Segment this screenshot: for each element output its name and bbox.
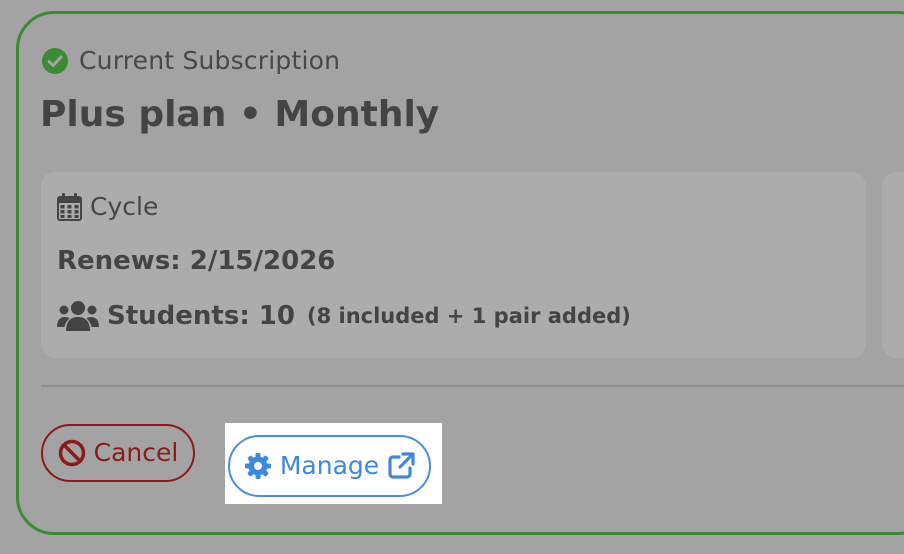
students-info: Students: 10 (8 included + 1 pair added)	[57, 300, 631, 332]
subscription-header: Current Subscription	[41, 47, 340, 75]
manage-button[interactable]: Manage	[228, 435, 431, 497]
calendar-icon	[57, 193, 82, 221]
plan-title: Plus plan • Monthly	[40, 94, 440, 135]
renews-date: Renews: 2/15/2026	[57, 246, 336, 276]
users-icon	[57, 300, 99, 332]
cycle-panel: Cycle Renews: 2/15/2026 Students: 10 (8 …	[41, 172, 866, 358]
cog-icon	[244, 452, 272, 480]
secondary-panel	[882, 172, 904, 358]
divider	[41, 385, 904, 387]
check-circle-icon	[41, 47, 69, 75]
external-link-icon	[387, 452, 415, 480]
cycle-header: Cycle	[57, 192, 158, 222]
current-subscription-label: Current Subscription	[79, 46, 341, 75]
ban-icon	[58, 439, 86, 467]
manage-label: Manage	[279, 451, 380, 480]
cycle-label: Cycle	[90, 192, 159, 221]
students-detail: (8 included + 1 pair added)	[306, 304, 631, 328]
students-count: Students: 10	[107, 301, 295, 331]
cancel-label: Cancel	[93, 438, 179, 467]
cancel-button[interactable]: Cancel	[41, 424, 195, 482]
